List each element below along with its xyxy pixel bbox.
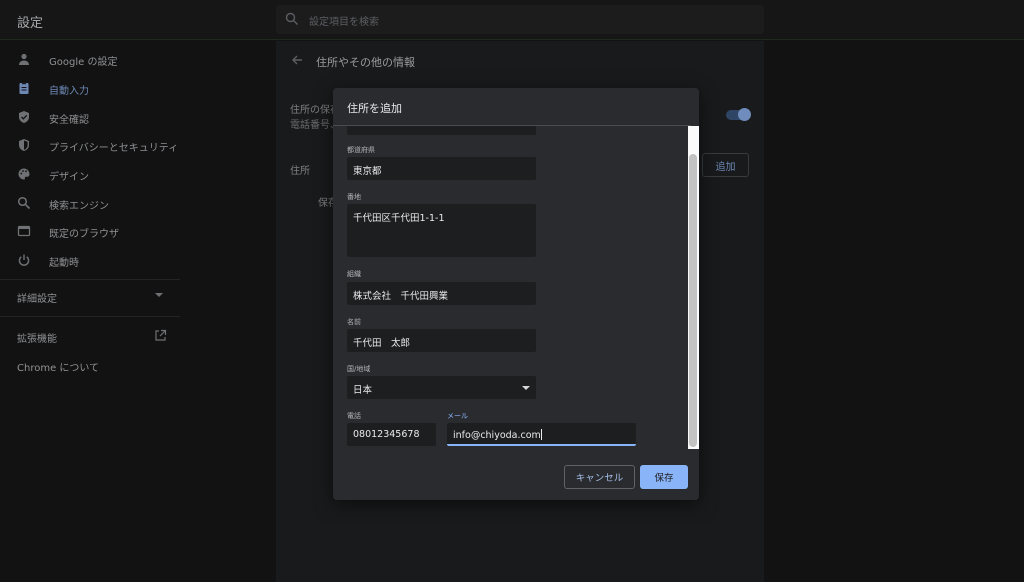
sidebar-extensions-label: 拡張機能 — [17, 334, 57, 345]
country-select[interactable]: 日本 — [347, 376, 536, 399]
shield-check-icon — [19, 111, 29, 123]
save-addresses-toggle[interactable] — [726, 108, 751, 121]
scrollbar-thumb[interactable] — [689, 154, 697, 447]
organization-field[interactable]: 株式会社 千代田興業 — [347, 282, 536, 305]
dialog-scroll-area[interactable]: 都道府県 東京都 番地 千代田区千代田1-1-1 組織 株式会社 千代田興業 名… — [333, 126, 691, 447]
sidebar-item-safety-check[interactable]: 安全確認 — [0, 103, 180, 131]
cancel-button[interactable]: キャンセル — [564, 465, 635, 489]
chevron-down-icon — [155, 293, 163, 297]
add-address-dialog: 住所を追加 都道府県 東京都 番地 千代田区千代田1-1-1 組織 株式会社 千… — [333, 88, 699, 500]
street-field[interactable]: 千代田区千代田1-1-1 — [347, 204, 536, 257]
sidebar-item-on-startup[interactable]: 起動時 — [0, 246, 180, 274]
name-label: 名前 — [347, 318, 361, 326]
search-icon — [17, 196, 31, 210]
sidebar-item-about[interactable]: Chrome について — [0, 350, 180, 378]
email-label: メール — [447, 412, 468, 420]
addresses-label: 住所 — [290, 166, 310, 177]
name-field[interactable]: 千代田 太郎 — [347, 329, 536, 352]
page-title: 住所やその他の情報 — [316, 56, 415, 69]
browser-icon — [17, 225, 31, 237]
add-address-button[interactable]: 追加 — [702, 153, 749, 177]
phone-field[interactable]: 08012345678 — [347, 423, 436, 446]
dropdown-arrow-icon — [522, 386, 530, 390]
email-field[interactable]: info@chiyoda.com — [447, 423, 636, 446]
sidebar-item-search-engine[interactable]: 検索エンジン — [0, 189, 180, 217]
country-value: 日本 — [353, 385, 373, 396]
dialog-title: 住所を追加 — [347, 102, 402, 115]
sidebar-divider — [0, 316, 180, 317]
sidebar-divider — [0, 279, 180, 280]
external-link-icon — [155, 329, 167, 341]
email-value: info@chiyoda.com — [453, 430, 541, 441]
sidebar-item-privacy[interactable]: プライバシーとセキュリティ — [0, 131, 180, 159]
sidebar-item-label: Google の設定 — [49, 57, 118, 68]
sidebar-item-label: 起動時 — [49, 258, 79, 269]
sidebar-item-label: デザイン — [49, 172, 89, 183]
search-input[interactable]: 設定項目を検索 — [276, 5, 764, 34]
prefecture-label: 都道府県 — [347, 146, 375, 154]
sidebar-item-autofill[interactable]: 自動入力 — [0, 74, 180, 102]
sidebar-item-label: 安全確認 — [49, 115, 89, 126]
clipboard-icon — [19, 82, 29, 94]
top-bar: 設定 設定項目を検索 — [0, 0, 1024, 40]
dialog-scrollbar[interactable] — [688, 126, 699, 449]
street-label: 番地 — [347, 193, 361, 201]
sidebar-item-label: 既定のブラウザ — [49, 229, 119, 240]
sidebar-item-appearance[interactable]: デザイン — [0, 160, 180, 188]
palette-icon — [18, 168, 30, 180]
shield-icon — [19, 139, 29, 151]
app-title: 設定 — [17, 16, 44, 31]
sidebar-item-advanced[interactable]: 詳細設定 — [0, 281, 180, 309]
organization-label: 組織 — [347, 270, 361, 278]
sidebar-item-google[interactable]: Google の設定 — [0, 45, 180, 73]
text-caret — [540, 429, 542, 440]
phone-label: 電話 — [347, 412, 361, 420]
sidebar-advanced-label: 詳細設定 — [17, 294, 57, 305]
sidebar-item-label: プライバシーとセキュリティ — [49, 143, 179, 154]
search-icon — [285, 12, 298, 25]
save-button[interactable]: 保存 — [640, 465, 688, 489]
sidebar: Google の設定 自動入力 安全確認 プライバシーとセキュリティ デザイン — [0, 41, 180, 582]
sidebar-item-label: 検索エンジン — [49, 201, 109, 212]
sidebar-item-default-browser[interactable]: 既定のブラウザ — [0, 217, 180, 245]
country-label: 国/地域 — [347, 365, 371, 373]
power-icon — [18, 254, 30, 266]
person-icon — [19, 53, 29, 65]
search-placeholder: 設定項目を検索 — [309, 17, 379, 28]
sidebar-item-extensions[interactable]: 拡張機能 — [0, 322, 180, 350]
sidebar-about-label: Chrome について — [17, 363, 100, 374]
sidebar-item-label: 自動入力 — [49, 86, 89, 97]
prefecture-field[interactable]: 東京都 — [347, 157, 536, 180]
address-field-cut[interactable] — [347, 126, 536, 135]
back-arrow-icon[interactable] — [290, 53, 304, 67]
toggle-knob — [738, 108, 751, 121]
